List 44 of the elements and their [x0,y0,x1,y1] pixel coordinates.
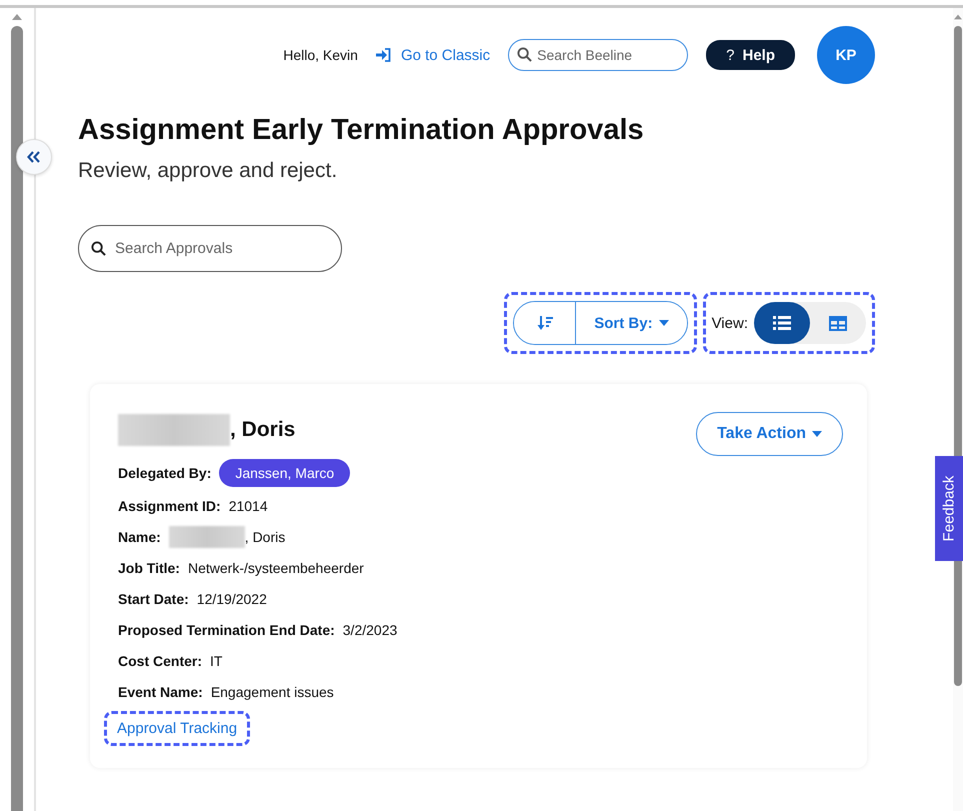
table-icon [829,316,847,330]
caret-icon [812,431,822,437]
page-title: Assignment Early Termination Approvals [78,114,645,147]
field-value: 12/19/2022 [196,590,267,606]
search-icon [91,241,106,256]
field-label: Delegated By: [118,465,212,481]
scroll-up-icon[interactable] [954,14,962,20]
approval-tracking-link[interactable]: Approval Tracking [117,720,238,737]
double-chevron-left-icon [27,151,41,163]
list-icon [773,315,791,331]
field-value: IT [210,652,222,668]
search-field[interactable]: Search Beeline [508,39,688,71]
field-value: 3/2/2023 [342,622,398,638]
take-action-button[interactable]: Take Action [696,412,843,456]
field-label: Job Title: [118,560,180,576]
scroll-up-icon[interactable] [12,14,22,20]
classic-link[interactable]: Go to Classic [376,46,490,64]
search-field[interactable]: Search Approvals [78,225,342,272]
user-avatar[interactable]: KP [817,26,875,84]
field-value: 21014 [228,498,268,514]
view-label: View: [712,314,748,332]
field-label: Event Name: [118,684,203,700]
search-icon [517,47,532,62]
page-subtitle: Review, approve and reject. [78,159,338,183]
view-toggle-button[interactable] [754,302,810,344]
greeting: Hello, Kevin [283,47,358,63]
delegate-chip: Janssen, Marco [219,459,350,487]
sort-icon [536,316,553,330]
field-label: Proposed Termination End Date: [118,622,335,638]
field-value: , Doris [244,528,286,544]
collapse-sidebar-button[interactable] [16,139,52,175]
field-value: Engagement issues [210,684,334,700]
caret-icon [658,320,669,326]
scrollbar[interactable] [11,26,23,811]
field-label: Name: [118,528,161,544]
field-label: Start Date: [118,590,189,606]
field-label: Assignment ID: [118,498,221,514]
sign-in-icon [376,48,391,62]
field-label: Cost Center: [118,652,202,668]
field-value: Netwerk-/systeembeheerder [188,560,364,576]
feedback-tab[interactable]: Feedback [935,456,963,561]
help-button[interactable]: ? Help [706,40,795,70]
person-name: , Doris [230,418,296,442]
sort-order-button[interactable] [514,302,576,344]
